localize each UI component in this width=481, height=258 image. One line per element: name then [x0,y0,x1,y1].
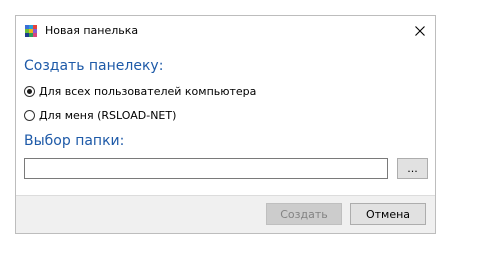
window-title: Новая панелька [45,24,139,37]
cancel-button[interactable]: Отмена [350,203,426,225]
close-icon [415,26,425,36]
folder-heading: Выбор папки: [24,133,125,149]
browse-button[interactable]: ... [397,158,428,179]
radio-me[interactable]: Для меня (RSLOAD-NET) [24,108,176,122]
dialog-window: Новая панелька Создать панелеку: Для все… [15,15,436,234]
folder-path-input[interactable] [24,158,388,179]
radio-all-users[interactable]: Для всех пользователей компьютера [24,84,256,98]
app-grid-icon [25,25,37,37]
create-heading: Создать панелеку: [24,58,164,74]
radio-label-all-users: Для всех пользователей компьютера [39,84,257,98]
dialog-footer: Создать Отмена [16,195,435,233]
radio-button-checked[interactable] [24,85,35,97]
title-bar: Новая панелька [16,16,435,46]
radio-button-unchecked[interactable] [24,109,35,121]
create-button[interactable]: Создать [266,203,342,225]
close-button[interactable] [405,16,435,46]
radio-label-me: Для меня (RSLOAD-NET) [39,108,177,122]
